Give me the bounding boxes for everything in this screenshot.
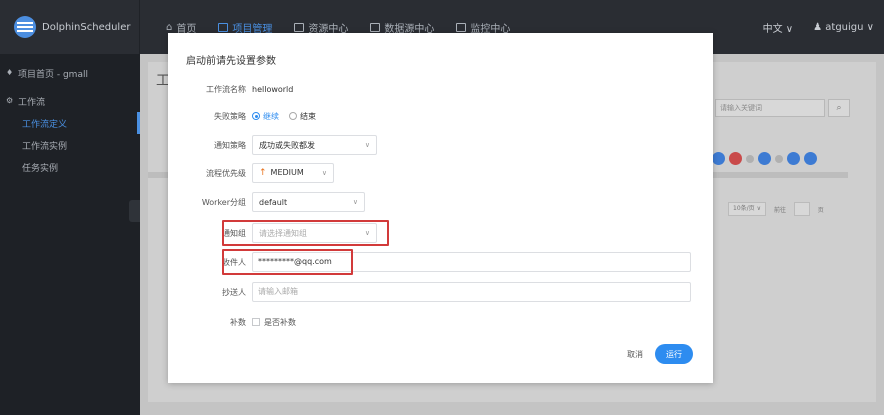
radio-checked-icon	[252, 112, 260, 120]
tree-icon[interactable]	[804, 152, 817, 165]
radio-continue-label: 继续	[263, 111, 279, 121]
cancel-button[interactable]: 取消	[627, 349, 643, 360]
start-params-dialog: 启动前请先设置参数 工作流名称 helloworld 失败策略 继续 结束 通知…	[168, 33, 713, 383]
priority-select[interactable]: ↑ MEDIUM ∨	[252, 163, 334, 183]
row-cc: 抄送人 请输入邮箱	[168, 282, 713, 302]
pagination: 10条/页 ∨ 前往 页	[728, 202, 824, 216]
recipient-tag[interactable]: *********@qq.com	[258, 257, 332, 266]
chevron-down-icon: ∨	[321, 169, 327, 177]
row-recipients: 收件人 *********@qq.com	[168, 252, 713, 272]
workflow-name-value: helloworld	[252, 84, 294, 94]
row-notify-strategy: 通知策略 成功或失败都发 ∨	[168, 135, 713, 155]
dolphin-logo-icon	[14, 16, 36, 38]
chevron-down-icon: ∨	[364, 141, 370, 149]
chevron-down-icon: ∨	[352, 198, 358, 206]
worker-group-label: Worker分组	[201, 197, 246, 207]
sidebar-item-workflow-instance[interactable]: 工作流实例	[0, 134, 140, 156]
workflow-name-label: 工作流名称	[206, 84, 246, 94]
language-switcher[interactable]: 中文 ∨	[763, 20, 794, 35]
gear-icon: ⚙	[6, 96, 14, 105]
row-priority: 流程优先级 ↑ MEDIUM ∨	[168, 163, 713, 183]
notify-group-placeholder: 请选择通知组	[259, 228, 307, 238]
sidebar-item-label: 工作流定义	[22, 119, 68, 130]
notify-group-label: 通知组	[222, 228, 246, 238]
user-name: atguigu	[825, 21, 864, 33]
row-workflow-name: 工作流名称 helloworld	[168, 79, 713, 99]
project-icon	[218, 22, 229, 32]
arrow-up-icon: ↑	[259, 168, 267, 178]
failure-strategy-label: 失败策略	[214, 111, 246, 121]
row-operations	[712, 152, 817, 165]
radio-unchecked-icon	[289, 112, 297, 120]
folder-icon	[294, 22, 305, 32]
recipients-label: 收件人	[222, 257, 246, 267]
page-unit-label: 页	[817, 206, 824, 214]
complement-checkbox-label: 是否补数	[264, 317, 296, 327]
app-logo[interactable]: DolphinScheduler	[0, 0, 140, 54]
goto-label: 前往	[773, 206, 786, 214]
notify-strategy-label: 通知策略	[214, 140, 246, 150]
priority-label: 流程优先级	[206, 168, 246, 178]
row-notify-group: 通知组 请选择通知组 ∨	[168, 223, 713, 243]
dialog-footer: 取消 运行	[627, 344, 693, 364]
chevron-down-icon: ∨	[364, 229, 370, 237]
notify-strategy-value: 成功或失败都发	[259, 140, 315, 150]
run-button[interactable]: 运行	[655, 344, 693, 364]
topbar-right: 中文 ∨ ♟ atguigu ∨	[763, 0, 874, 54]
home-icon: ♦	[6, 68, 14, 77]
page-size-select[interactable]: 10条/页 ∨	[728, 202, 766, 216]
logo-text: DolphinScheduler	[42, 21, 131, 33]
chevron-down-icon: ∨	[866, 21, 874, 33]
radio-end-label: 结束	[300, 111, 316, 121]
page-size-label: 10条/页	[733, 205, 755, 212]
search-input[interactable]: 请输入关键词	[715, 99, 825, 117]
row-complement: 补数 是否补数	[168, 312, 713, 332]
worker-group-value: default	[259, 197, 288, 207]
priority-value: MEDIUM	[270, 168, 304, 177]
row-worker-group: Worker分组 default ∨	[168, 192, 713, 212]
sidebar-item-workflow-definition[interactable]: 工作流定义	[0, 112, 140, 134]
language-label: 中文	[762, 23, 783, 35]
search-icon[interactable]: ⌕	[828, 99, 850, 117]
sidebar-project-home[interactable]: ♦ 项目首页 - gmall	[0, 62, 140, 84]
chevron-down-icon: ∨	[785, 23, 794, 35]
sidebar-item-label: 工作流实例	[22, 141, 68, 152]
sidebar-project-label: 项目首页 - gmall	[18, 69, 88, 80]
notify-group-select[interactable]: 请选择通知组 ∨	[252, 223, 377, 243]
radio-continue[interactable]: 继续	[252, 111, 279, 122]
sidebar-item-task-instance[interactable]: 任务实例	[0, 156, 140, 178]
dialog-title: 启动前请先设置参数	[186, 56, 276, 67]
complement-label: 补数	[230, 317, 246, 327]
schedule-icon[interactable]	[758, 152, 771, 165]
sidebar-group-label: 工作流	[18, 97, 46, 108]
checkbox-unchecked-icon	[252, 318, 260, 326]
sidebar-group-workflow[interactable]: ⚙ 工作流	[0, 90, 140, 112]
copy-icon[interactable]	[787, 152, 800, 165]
worker-group-select[interactable]: default ∨	[252, 192, 365, 212]
goto-page-input[interactable]	[794, 202, 810, 216]
offline-icon[interactable]	[775, 154, 783, 163]
user-icon: ♟	[813, 21, 823, 33]
notify-strategy-select[interactable]: 成功或失败都发 ∨	[252, 135, 377, 155]
monitor-icon	[456, 22, 467, 32]
sidebar: ♦ 项目首页 - gmall ⚙ 工作流 工作流定义 工作流实例 任务实例	[0, 54, 141, 415]
user-menu[interactable]: ♟ atguigu ∨	[813, 22, 874, 33]
cc-input[interactable]: 请输入邮箱	[252, 282, 691, 302]
sidebar-item-label: 任务实例	[22, 163, 59, 174]
row-failure-strategy: 失败策略 继续 结束	[168, 106, 713, 126]
run-icon[interactable]	[729, 152, 742, 165]
complement-checkbox[interactable]: 是否补数	[252, 317, 296, 328]
cc-label: 抄送人	[222, 287, 246, 297]
edit-icon[interactable]	[712, 152, 725, 165]
radio-end[interactable]: 结束	[289, 111, 316, 122]
timer-icon[interactable]	[746, 154, 754, 163]
home-icon: ⌂	[166, 21, 173, 33]
failure-strategy-radio-group: 继续 结束	[252, 111, 316, 122]
recipients-input[interactable]: *********@qq.com	[252, 252, 691, 272]
database-icon	[370, 22, 381, 32]
